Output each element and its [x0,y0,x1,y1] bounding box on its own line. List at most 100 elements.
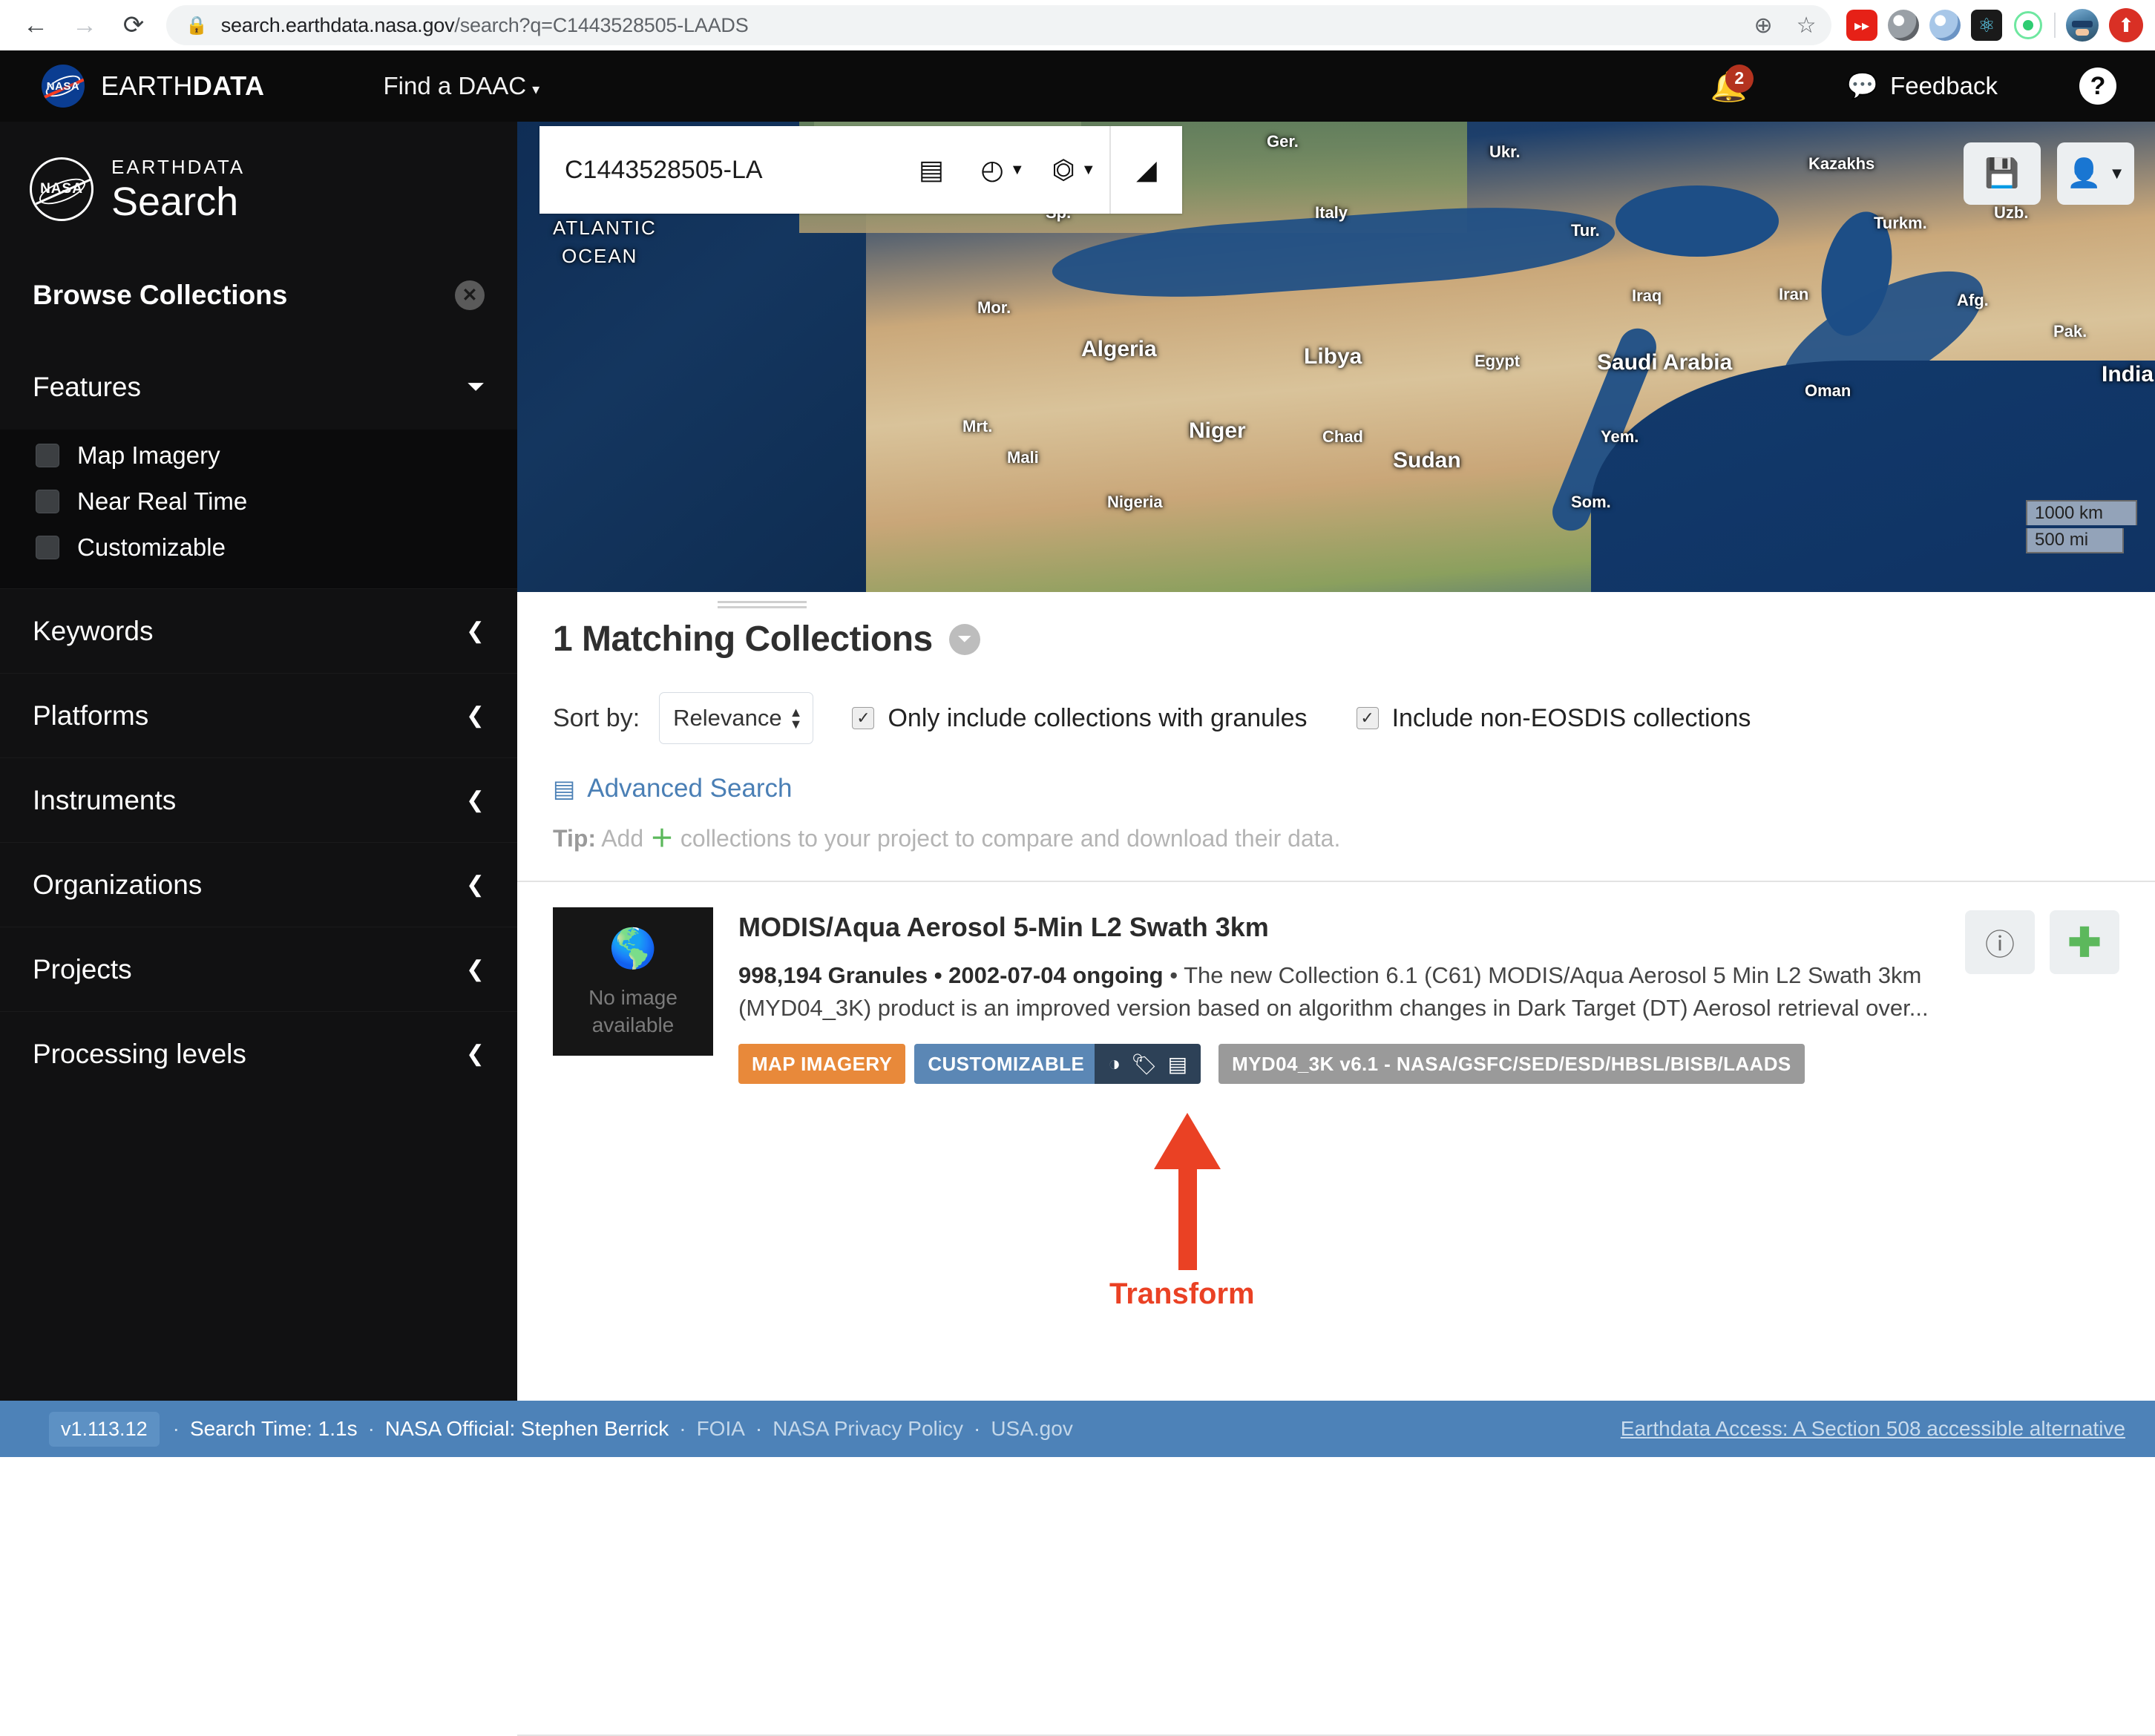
checkbox-label: Include non-EOSDIS collections [1392,704,1751,733]
sort-select[interactable]: Relevance ▲▼ [659,692,813,744]
url-path: /search?q=C1443528505-LAADS [454,14,748,37]
transform-sliders-icon[interactable]: ▤ [1168,1052,1187,1076]
find-a-daac-menu[interactable]: Find a DAAC▾ [384,72,540,100]
filter-sliders-icon: ▤ [553,775,575,803]
badge-map-imagery[interactable]: MAP IMAGERY [738,1044,905,1084]
map-place-label: Mrt. [962,417,992,436]
profile-avatar[interactable] [2066,9,2099,42]
checkbox-only-granules[interactable]: ✓ Only include collections with granules [852,704,1307,733]
facet-map-imagery[interactable]: Map Imagery [0,433,517,479]
filter-sliders-icon[interactable]: ▤ [896,126,967,214]
facet-label: Customizable [77,533,226,562]
sort-by-label: Sort by: [553,704,640,733]
user-account-icon[interactable]: 👤▼ [2057,142,2134,205]
chevron-left-icon: ❮ [466,1041,485,1067]
back-arrow-icon[interactable]: ← [13,3,58,47]
sidebar-item-features[interactable]: Features ⏷ [0,345,517,430]
close-icon[interactable]: ✕ [455,280,485,310]
sidebar-item-processing-levels[interactable]: Processing levels ❮ [0,1011,517,1096]
react-icon[interactable]: ⚛ [1971,10,2002,41]
facet-customizable[interactable]: Customizable [0,525,517,571]
left-sidebar: NASA EARTHDATA Search Browse Collections… [0,122,517,1401]
info-icon[interactable]: ⓘ [1965,910,2035,974]
chevron-left-icon: ❮ [466,787,485,813]
tip-text-b: collections to your project to compare a… [680,825,1340,852]
annotation-arrow-shaft [1178,1166,1197,1270]
sidebar-item-organizations[interactable]: Organizations ❮ [0,842,517,927]
map-place-label: Ger. [1267,132,1299,151]
reload-icon[interactable]: ⟳ [111,3,156,47]
clear-eraser-icon[interactable]: ◢ [1111,126,1182,214]
map-place-label: OCEAN [562,245,637,268]
green-target-icon[interactable] [2013,10,2044,41]
map-place-label: Saudi Arabia [1597,350,1732,375]
badge-customizable[interactable]: CUSTOMIZABLE [914,1044,1095,1084]
footer-link-foia[interactable]: FOIA [697,1417,745,1441]
sidebar-item-platforms[interactable]: Platforms ❮ [0,673,517,757]
reformat-globe-icon[interactable]: ◑ [1108,1052,1121,1076]
footer-link-508[interactable]: Earthdata Access: A Section 508 accessib… [1621,1417,2125,1441]
map-place-label: Niger [1189,418,1246,444]
browse-collections-label: Browse Collections [33,280,287,311]
search-input[interactable] [539,156,896,185]
facet-label: Map Imagery [77,441,220,470]
map-place-label: Uzb. [1994,203,2028,223]
temporal-clock-icon[interactable]: ◴▼ [967,126,1038,214]
checkbox[interactable]: ✓ [1357,707,1379,729]
address-bar[interactable]: 🔒 search.earthdata.nasa.gov/search?q=C14… [166,5,1831,45]
map-place-label: Afg. [1957,291,1989,310]
lock-icon: 🔒 [186,15,208,36]
collection-thumbnail: 🌎 No image available [553,907,713,1056]
spatial-crop-icon[interactable]: ⏣▼ [1038,126,1109,214]
add-to-project-icon[interactable]: ✚ [2050,910,2119,974]
map-top-right-buttons: 💾 👤▼ [1964,142,2134,205]
add-plus-icon: ＋ [650,825,674,852]
checkbox[interactable] [36,490,59,513]
checkbox-non-eosdis[interactable]: ✓ Include non-EOSDIS collections [1357,704,1751,733]
badge-organization[interactable]: MYD04_3K v6.1 - NASA/GSFC/SED/ESD/HBSL/B… [1218,1044,1805,1084]
url-host: search.earthdata.nasa.gov [221,14,455,37]
panel-resize-handle[interactable] [718,601,807,611]
sidebar-brand-big: Search [111,182,245,222]
earthdata-wordmark: EARTHDATA [101,70,265,102]
sidebar-item-projects[interactable]: Projects ❮ [0,927,517,1011]
star-icon[interactable]: ☆ [1788,7,1824,43]
nasa-meatball-icon: NASA [42,65,85,108]
feedback-button[interactable]: 💬 Feedback [1847,71,1998,101]
footer-separator: · [974,1417,980,1441]
advanced-search-link[interactable]: Advanced Search [587,774,792,803]
map-place-label: Mor. [977,298,1011,318]
collection-result-card[interactable]: 🌎 No image available MODIS/Aqua Aerosol … [517,882,2155,1106]
checkbox[interactable] [36,536,59,559]
forward-arrow-icon[interactable]: → [62,3,107,47]
save-project-icon[interactable]: 💾 [1964,142,2041,205]
zoom-in-icon[interactable]: ⊕ [1745,7,1781,43]
nasa-logo-text: NASA [32,160,91,219]
sidebar-item-keywords[interactable]: Keywords ❮ [0,588,517,673]
map-place-label: Iran [1779,285,1808,304]
earthdata-search-logo[interactable]: NASA EARTHDATA Search [0,122,517,222]
grayscale-ring-icon[interactable] [1888,10,1919,41]
advanced-search-row[interactable]: ▤ Advanced Search [517,744,2155,803]
upload-icon[interactable]: ⬆ [2109,8,2143,42]
subset-tag-icon[interactable]: 🏷 [1131,1052,1158,1076]
sidebar-item-label: Keywords [33,616,153,647]
footer-link-usagov[interactable]: USA.gov [991,1417,1073,1441]
chevron-down-icon[interactable]: ⏷ [949,624,980,655]
earthdata-logo[interactable]: NASA EARTHDATA [0,65,265,108]
notifications-button[interactable]: 🔔 2 [1700,69,1758,104]
sidebar-item-instruments[interactable]: Instruments ❮ [0,757,517,842]
chevron-left-icon: ❮ [466,872,485,898]
facet-near-real-time[interactable]: Near Real Time [0,479,517,525]
collection-title[interactable]: MODIS/Aqua Aerosol 5-Min L2 Swath 3km [738,912,1940,943]
help-icon[interactable]: ? [2079,68,2116,105]
youtube-icon[interactable]: ▸▸ [1846,10,1877,41]
blue-ring-icon[interactable] [1929,10,1961,41]
tip-prefix: Tip: [553,825,596,852]
collection-details: MODIS/Aqua Aerosol 5-Min L2 Swath 3km 99… [738,907,1940,1084]
thumbnail-text-line1: No image [588,984,678,1011]
checkbox[interactable] [36,444,59,467]
footer-link-privacy[interactable]: NASA Privacy Policy [773,1417,963,1441]
nasa-meatball-icon: NASA [30,157,94,221]
checkbox[interactable]: ✓ [852,707,874,729]
